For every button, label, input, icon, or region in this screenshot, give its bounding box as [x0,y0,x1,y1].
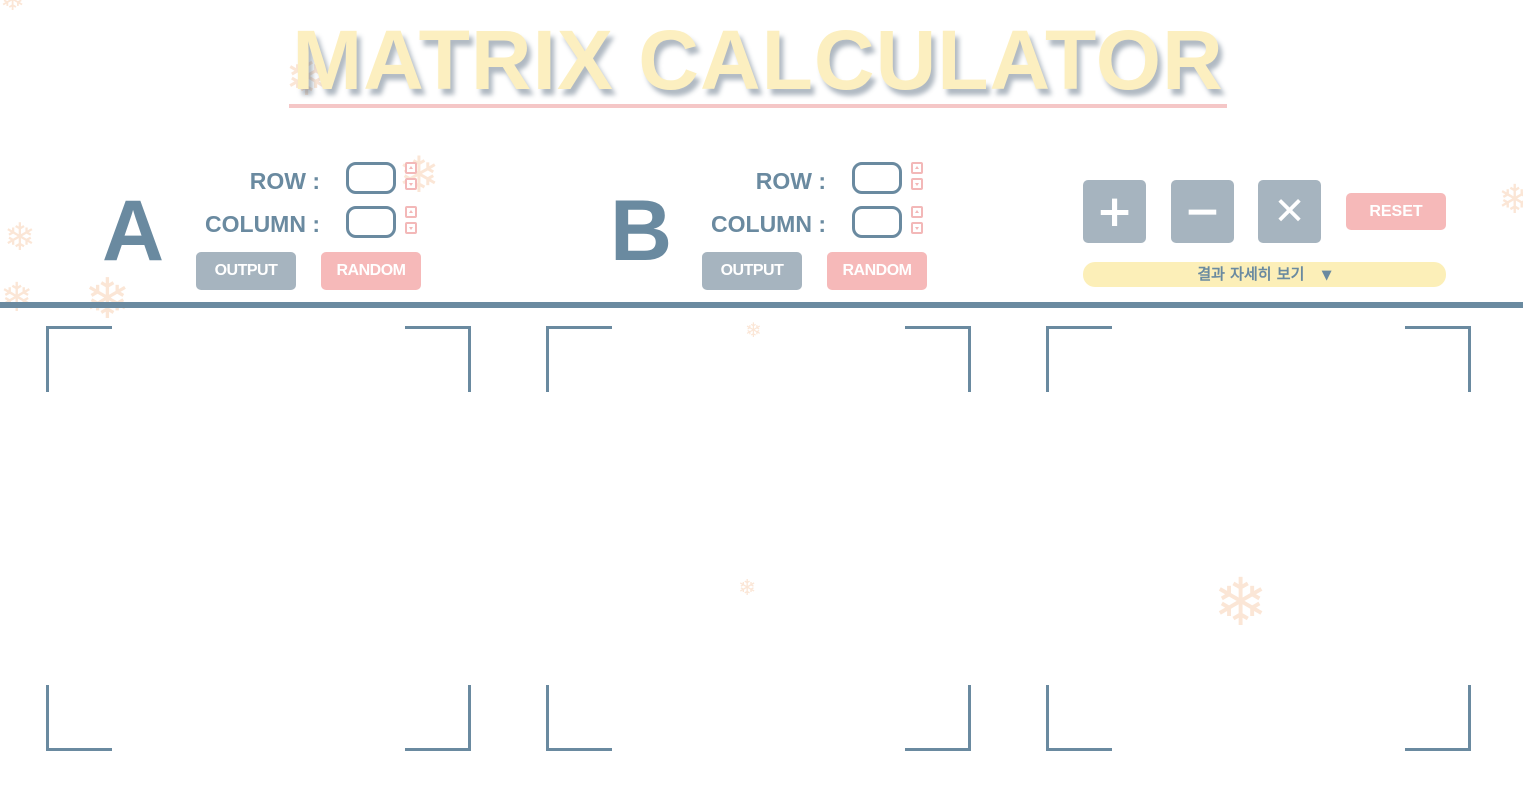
matrix-b-column-label: COLUMN : [711,211,826,237]
bracket-corner [1046,685,1112,751]
matrix-a-display [46,326,471,751]
increment-arrow-icon[interactable] [911,206,923,218]
increment-arrow-icon[interactable] [405,206,417,218]
bracket-corner [905,326,971,392]
snowflake-icon: ❄ [4,215,36,259]
matrix-a-column-label: COLUMN : [205,211,320,237]
page-title: MATRIX CALCULATOR [292,13,1224,107]
increment-arrow-icon[interactable] [911,162,923,174]
bracket-corner [46,685,112,751]
bracket-corner [546,326,612,392]
matrix-b-row-spinner [911,162,925,194]
show-details-label: 결과 자세히 보기 [1197,265,1305,283]
bracket-corner [46,326,112,392]
bracket-corner [1405,326,1471,392]
chevron-down-icon: ▼ [1321,268,1332,283]
bracket-corner [905,685,971,751]
matrix-a-random-button[interactable]: RANDOM [321,252,421,290]
snowflake-icon: ❄ [0,275,34,321]
decrement-arrow-icon[interactable] [405,178,417,190]
matrix-a-column-spinner [405,206,419,238]
matrix-b-panel: B ROW : COLUMN : OUTPUT RANDOM [606,150,946,300]
matrix-b-row-input[interactable] [852,162,902,194]
matrix-a-row-label: ROW : [249,168,320,194]
matrix-b-letter: B [610,183,673,279]
increment-arrow-icon[interactable] [405,162,417,174]
title-section: MATRIX CALCULATOR [289,10,1227,108]
subtract-button[interactable]: − [1171,180,1234,243]
matrix-b-output-button[interactable]: OUTPUT [702,252,802,290]
multiply-button[interactable]: ✕ [1258,180,1321,243]
add-button[interactable]: + [1083,180,1146,243]
matrix-b-row-label: ROW : [755,168,826,194]
snowflake-icon: ❄ [0,0,26,18]
decrement-arrow-icon[interactable] [405,222,417,234]
bracket-corner [1405,685,1471,751]
matrix-a-panel: A ROW : COLUMN : OUTPUT RANDOM [100,150,440,300]
matrix-a-row-spinner [405,162,419,194]
matrix-a-column-input[interactable] [346,206,396,238]
matrix-b-display [546,326,971,751]
bracket-corner [405,685,471,751]
section-divider [0,302,1523,308]
matrix-b-column-spinner [911,206,925,238]
bracket-corner [546,685,612,751]
matrix-a-row-input[interactable] [346,162,396,194]
bracket-corner [1046,326,1112,392]
matrix-a-output-button[interactable]: OUTPUT [196,252,296,290]
result-matrix-display [1046,326,1471,751]
show-details-toggle[interactable]: 결과 자세히 보기 ▼ [1083,262,1446,287]
decrement-arrow-icon[interactable] [911,222,923,234]
matrix-b-column-input[interactable] [852,206,902,238]
title-underline [289,104,1227,108]
matrix-b-random-button[interactable]: RANDOM [827,252,927,290]
snowflake-icon: ❄ [1498,177,1523,223]
reset-button[interactable]: RESET [1346,193,1446,230]
matrix-a-letter: A [102,183,165,279]
bracket-corner [405,326,471,392]
decrement-arrow-icon[interactable] [911,178,923,190]
